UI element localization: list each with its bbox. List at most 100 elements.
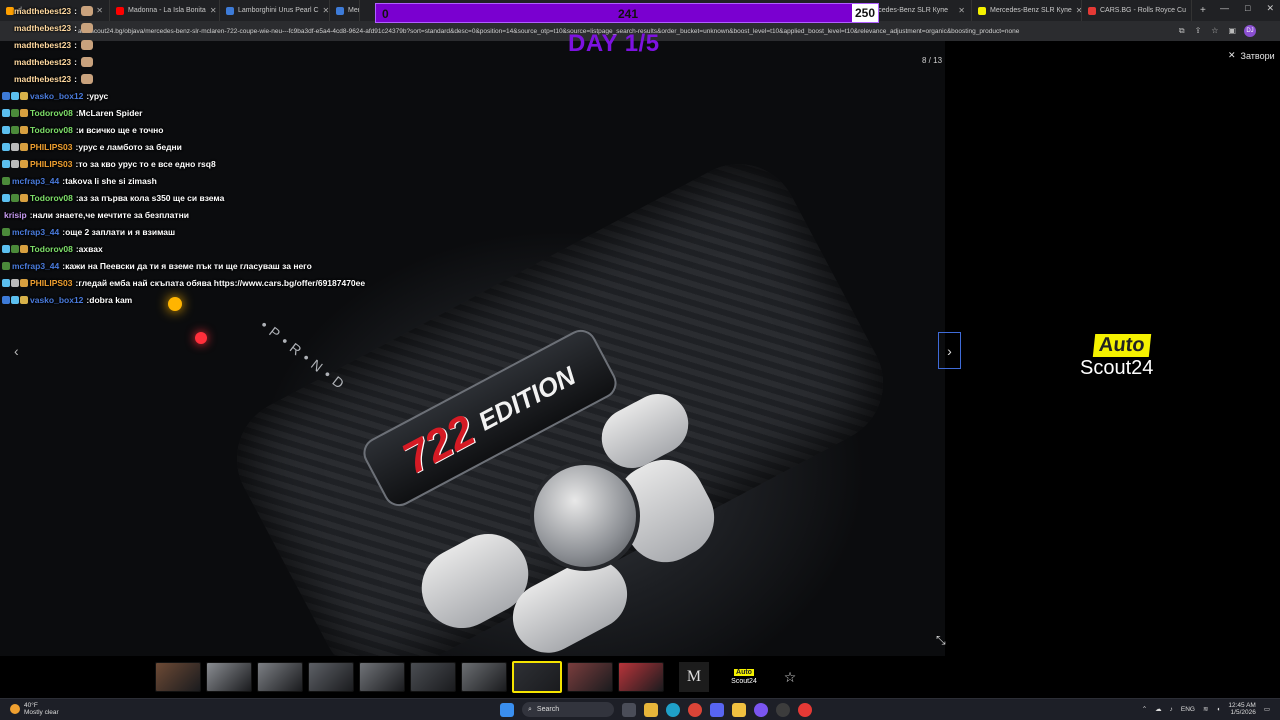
tray-chevron-icon[interactable]: ⌃ [1142,705,1147,713]
chat-text: takova li she si zimash [65,175,157,186]
translate-icon[interactable]: ⧉ [1179,26,1185,36]
thumbnail-autoscout-logo[interactable]: Auto Scout24 [724,662,764,692]
start-icon[interactable] [500,702,514,717]
weather-widget[interactable]: 40°F Mostly clear [10,702,59,716]
subathon-current: 241 [618,7,639,21]
close-label: Затвори [1240,50,1275,61]
chat-badges [2,142,28,151]
chat-badge-icon [2,261,10,270]
share-icon[interactable]: ⇪ [1195,26,1202,36]
photo-thumbnail[interactable] [410,662,456,692]
chat-message: madthebest23: [2,53,402,70]
new-tab-icon[interactable]: + [1200,5,1206,16]
logo-auto-text: Auto [1092,334,1151,357]
language-indicator[interactable]: ENG [1181,706,1195,713]
edge-icon[interactable] [666,702,680,717]
obs-icon[interactable] [776,702,790,717]
photo-thumbnail[interactable] [461,662,507,692]
folder-icon[interactable] [732,702,746,717]
chat-badge-icon [20,244,28,253]
chat-badge-icon [20,91,28,100]
chat-username[interactable]: madthebest23 [14,6,71,16]
chat-message: PHILIPS03: гледай ембa най скъпата обява… [2,274,402,291]
subathon-progress-bar: 0 241 250 [375,3,879,23]
chat-username[interactable]: mcfrap3_44 [12,261,59,271]
chat-username[interactable]: madthebest23 [14,57,71,67]
chat-badge-icon [20,193,28,202]
messenger-icon[interactable] [754,702,768,717]
chat-username[interactable]: madthebest23 [14,74,71,84]
previous-photo-button[interactable]: ‹ [14,343,19,359]
browser-tab[interactable]: CARS.BG - Rolls Royce Cu ✕ [1082,0,1192,21]
chat-username[interactable]: mcfrap3_44 [12,176,59,186]
volume-icon[interactable]: ◖ [1216,706,1220,713]
chat-username[interactable]: mcfrap3_44 [12,227,59,237]
notification-icon[interactable]: ▭ [1264,705,1270,713]
chat-username[interactable]: Todorov08 [30,125,73,135]
photo-thumbnail[interactable] [618,662,664,692]
taskbar-apps: ⌕ Search [500,702,812,717]
chat-username[interactable]: Todorov08 [30,193,73,203]
chat-username[interactable]: krisip [4,210,27,220]
browser-tab[interactable]: Mercedes-Benz SLR Купе ✕ [972,0,1082,21]
photo-thumbnail[interactable] [257,662,303,692]
wifi-icon[interactable]: ≋ [1203,705,1208,713]
chat-username[interactable]: Todorov08 [30,108,73,118]
screen: d ✕ Madonna - La Isla Bonita ✕ Lamborghini U… [0,0,1280,720]
chat-username[interactable]: PHILIPS03 [30,159,73,169]
thumb-scout-text: Scout24 [731,678,757,685]
chat-username[interactable]: madthebest23 [14,40,71,50]
chat-username[interactable]: Todorov08 [30,244,73,254]
clock-date: 1/5/2026 [1230,709,1256,716]
chat-badge-icon [11,278,19,287]
taskbar-search[interactable]: ⌕ Search [522,702,614,717]
chat-text: кажи на Пеевски да ти я вземе пък ти ще … [65,260,312,271]
chat-username[interactable]: vasko_box12 [30,91,83,101]
fullscreen-exit-icon[interactable]: ⤡ [936,633,946,648]
chat-text: то за кво урус то е все едно rsq8 [78,158,216,169]
chat-username[interactable]: vasko_box12 [30,295,83,305]
photo-thumbnail[interactable] [359,662,405,692]
chat-badge-icon [20,142,28,151]
chat-badge-icon [2,227,10,236]
task-view-icon[interactable] [622,702,636,717]
tab-label: CARS.BG - Rolls Royce Cu [1100,7,1186,14]
clock[interactable]: 12:45 AM 1/5/2026 [1228,702,1255,716]
photo-thumbnail[interactable] [512,661,562,693]
tab-close-icon[interactable]: ✕ [958,6,965,15]
photo-thumbnail[interactable] [155,662,201,692]
chat-username[interactable]: PHILIPS03 [30,142,73,152]
chat-badge-icon [2,176,10,185]
chat-username[interactable]: PHILIPS03 [30,278,73,288]
discord-icon[interactable] [710,702,724,717]
favorite-star-icon[interactable]: ☆ [775,662,805,692]
chat-badge-icon [11,295,19,304]
photo-thumbnail[interactable] [567,662,613,692]
photo-thumbnail[interactable] [308,662,354,692]
close-gallery-button[interactable]: ✕ Затвори [1228,50,1275,61]
tab-close-icon[interactable]: ✕ [1190,6,1191,15]
chat-message: vasko_box12: урус [2,87,402,104]
close-window-icon[interactable]: ✕ [1266,3,1274,14]
chrome-icon[interactable] [688,702,702,717]
file-explorer-icon[interactable] [644,702,658,717]
chat-badge-icon [2,278,10,287]
minimize-icon[interactable]: — [1220,3,1229,14]
photo-thumbnail[interactable] [206,662,252,692]
onedrive-icon[interactable]: ☁ [1155,705,1162,713]
extensions-icon[interactable]: ▣ [1228,26,1236,36]
bookmark-star-icon[interactable]: ☆ [1211,26,1218,36]
thumbnail-mercedes-logo[interactable]: M [679,662,709,692]
mic-icon[interactable]: ♪ [1170,706,1173,713]
thumb-auto-text: Auto [734,669,754,676]
chat-username[interactable]: madthebest23 [14,23,71,33]
browser-app-icon[interactable] [798,702,812,717]
chat-message: Todorov08: и всичко ще е точно [2,121,402,138]
profile-avatar[interactable]: DJ [1244,25,1256,37]
next-photo-button[interactable]: › [938,332,961,369]
chat-text: нали знаете,че мечтите за безплатни [32,209,189,220]
chat-message: Todorov08: аз за първа кола s350 ще си в… [2,189,402,206]
chat-message: madthebest23: [2,19,402,36]
maximize-icon[interactable]: □ [1245,3,1250,14]
search-icon: ⌕ [528,705,532,713]
